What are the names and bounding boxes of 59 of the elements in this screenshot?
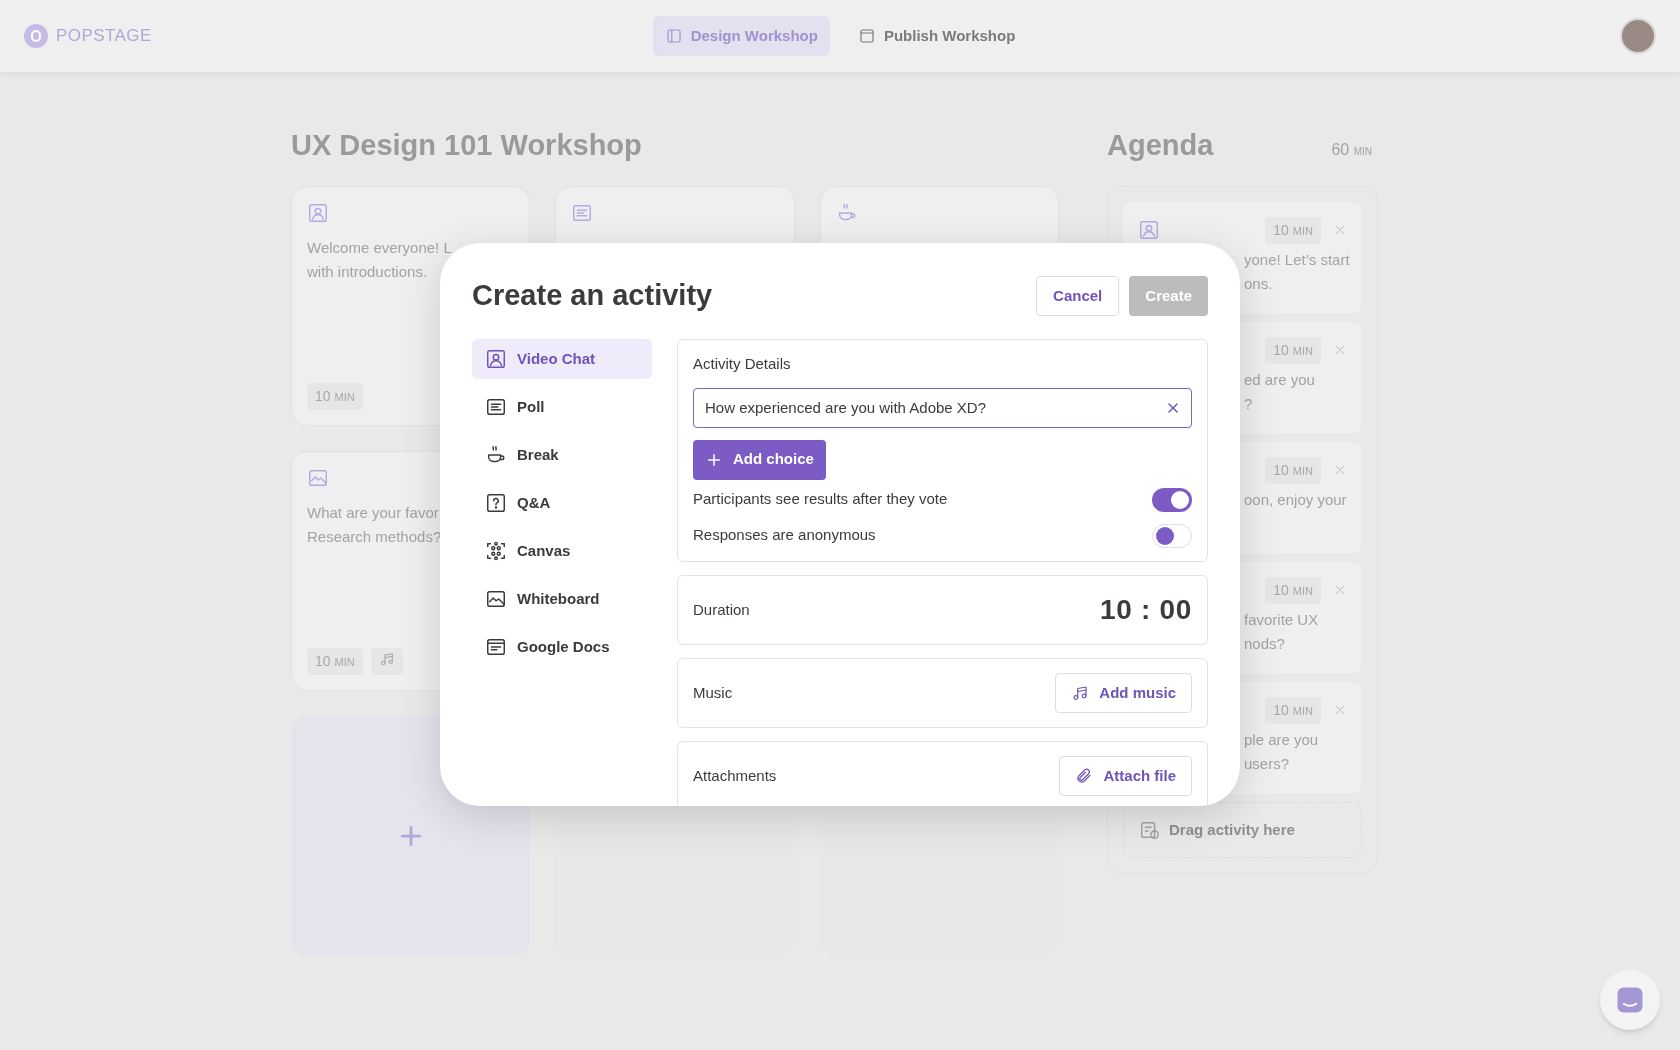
card-text: Welcome everyone! L with introductions.: [307, 238, 452, 282]
video-chat-icon: [485, 348, 507, 370]
section-label: Duration: [693, 599, 750, 620]
document-icon: [485, 636, 507, 658]
add-choice-button[interactable]: Add choice: [693, 439, 826, 480]
section-label: Music: [693, 682, 733, 703]
nav-tab[interactable]: Publish Workshop: [845, 16, 1028, 56]
agenda-text: ed are you ?: [1244, 370, 1315, 414]
agenda-text: yone! Let’s start ons.: [1244, 250, 1350, 294]
close-icon: [1333, 703, 1347, 717]
agenda-title: Agenda: [1107, 128, 1214, 163]
close-icon: [1333, 463, 1347, 477]
toggle-label: Responses are anonymous: [693, 525, 876, 546]
video-chat-icon: [307, 202, 329, 224]
duration-tag: 10 MIN: [1265, 696, 1321, 724]
agenda-text: favorite UX nods?: [1244, 610, 1319, 654]
close-icon: [1333, 343, 1347, 357]
list-icon: [485, 396, 507, 418]
section-label: Attachments: [693, 765, 777, 786]
chat-button[interactable]: [1600, 970, 1660, 1030]
close-icon: [1333, 583, 1347, 597]
logo-icon: [24, 24, 48, 48]
picture-icon: [307, 467, 329, 489]
question-icon: [485, 492, 507, 514]
attach-file-button[interactable]: Attach file: [1059, 756, 1192, 796]
toggle-switch[interactable]: [1152, 523, 1192, 548]
duration-tag: 10 MIN: [1265, 456, 1321, 484]
chat-icon: [1615, 985, 1645, 1015]
card-text: What are your favor Research methods?: [307, 503, 442, 547]
duration-tag: 10 MIN: [1265, 336, 1321, 364]
section-label: Activity Details: [693, 354, 792, 374]
duration-tag: 10 MIN: [1265, 576, 1321, 604]
drop-hint: Drag activity here: [1169, 819, 1295, 840]
paperclip-icon: [1075, 767, 1094, 785]
window-icon: [857, 27, 876, 45]
video-chat-icon: [1138, 219, 1160, 241]
toggle-switch[interactable]: [1152, 487, 1192, 512]
toggle-label: Participants see results after they vote: [693, 489, 948, 510]
music-note-icon: [1071, 684, 1090, 702]
activity-type-item[interactable]: Video Chat: [472, 339, 652, 379]
layout-icon: [664, 27, 683, 45]
add-music-button[interactable]: Add music: [1055, 673, 1192, 713]
agenda-total: 60 MIN: [1331, 140, 1372, 160]
duration-tag: 10 MIN: [307, 648, 363, 675]
drag-icon: [1139, 819, 1161, 841]
agenda-text: oon, enjoy your: [1244, 490, 1347, 510]
agenda-text: ple are you users?: [1244, 730, 1319, 774]
duration-tag: 10 MIN: [1265, 216, 1321, 244]
music-note-icon: [378, 651, 395, 667]
question-field[interactable]: How experienced are you with Adobe XD?: [693, 387, 1192, 428]
canvas-icon: [485, 540, 507, 562]
picture-icon: [485, 588, 507, 610]
avatar[interactable]: [1620, 18, 1656, 54]
list-icon: [571, 202, 594, 224]
workshop-title: UX Design 101 Workshop: [291, 128, 643, 160]
duration-tag: 10 MIN: [307, 383, 363, 410]
cancel-button[interactable]: Cancel: [1036, 276, 1120, 316]
close-icon: [1333, 223, 1347, 237]
logo-text: POPSTAGE: [56, 25, 152, 48]
